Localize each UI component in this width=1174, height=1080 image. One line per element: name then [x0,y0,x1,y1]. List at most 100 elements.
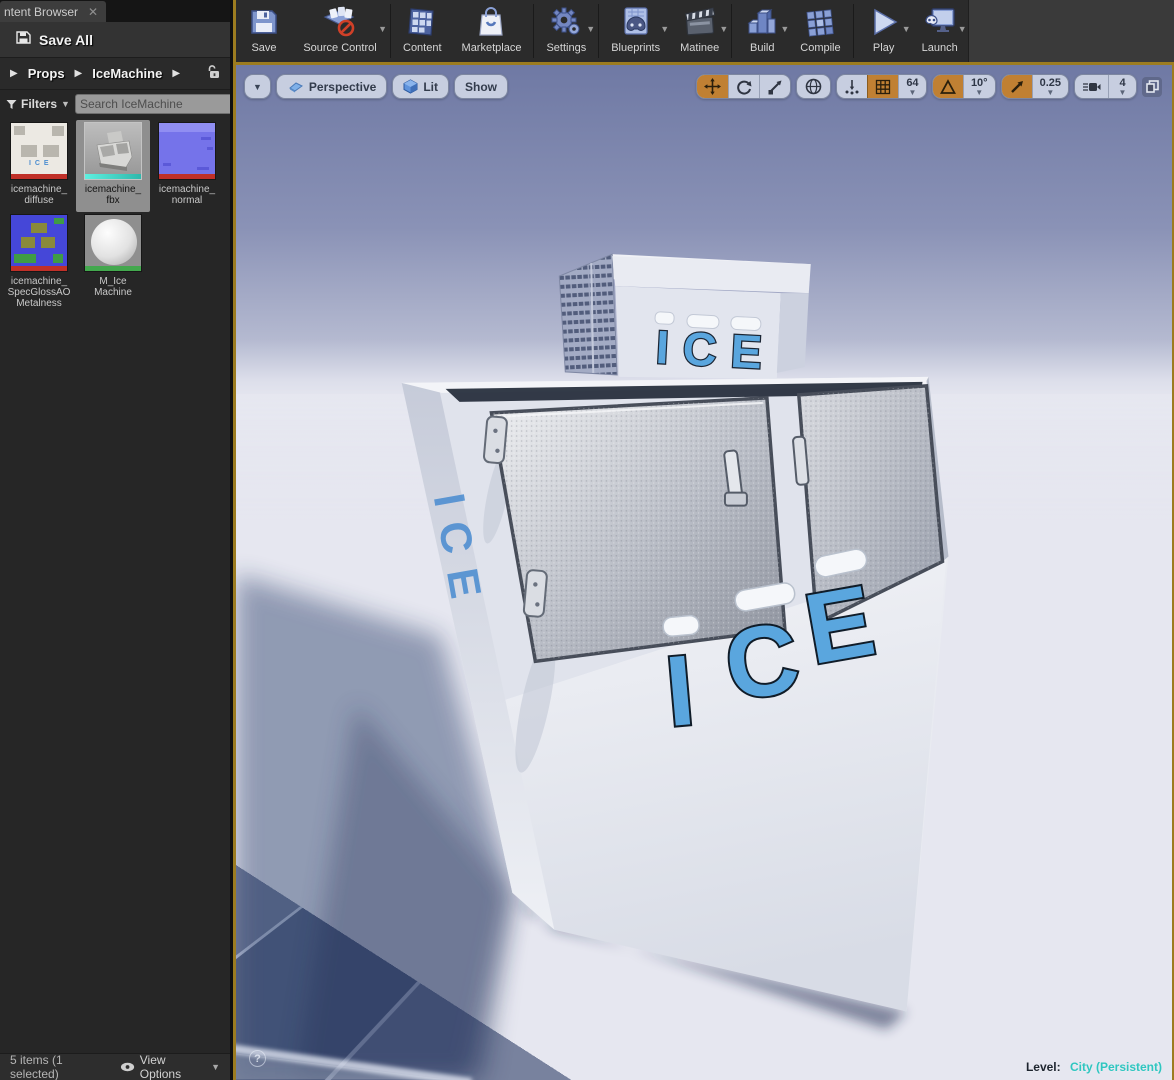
toolbar-separator [390,4,391,58]
globe-icon [805,78,822,95]
breadcrumb-arrow-icon: ▶ [172,68,181,79]
breadcrumb-item-icemachine[interactable]: IceMachine [92,66,162,81]
content-button[interactable]: Content [393,0,452,62]
rotate-tool-button[interactable] [727,75,759,98]
lit-mode-button[interactable]: Lit [392,74,449,99]
viewport-toolbar-left: ▼ Perspective Lit Show [244,74,508,99]
chevron-down-icon: ▼ [253,81,262,92]
toolbar-separator [533,4,535,58]
search-input[interactable] [79,97,235,111]
source-control-icon [321,4,359,40]
rooftop-ice-sign[interactable]: ICE [558,253,811,380]
item-count: 5 items (1 selected) [10,1053,63,1080]
lit-cube-icon [403,79,418,94]
dropdown-caret-icon: ▼ [586,24,596,34]
compile-cube-icon [803,4,837,40]
dropdown-caret-icon: ▼ [780,24,790,34]
level-value: City (Persistent) [1069,1060,1162,1074]
breadcrumb-item-props[interactable]: Props [28,66,65,81]
view-options-button[interactable]: View Options ▼ [120,1053,220,1080]
matinee-button[interactable]: Matinee ▼ [670,0,729,62]
launch-button[interactable]: Launch ▼ [912,0,968,62]
rotation-snap-value-button[interactable]: 10° ▼ [962,75,995,98]
camera-speed-group: 4 ▼ [1074,74,1137,99]
level-label: Level: [1025,1060,1061,1074]
scale-snap-value-button[interactable]: 0.25 ▼ [1031,75,1068,98]
rotate-icon [737,80,752,95]
source-control-button[interactable]: Source Control ▼ [292,0,388,62]
close-icon[interactable]: ✕ [88,6,98,18]
asset-icemachine-fbx[interactable]: icemachine_ fbx [76,120,150,212]
eye-icon [120,1062,134,1072]
viewport-help-icon[interactable]: ? [249,1050,266,1067]
scale-icon [768,80,782,94]
camera-icon [1083,82,1101,91]
sign-ice-lettering: ICE [655,321,778,379]
maximize-icon [1145,80,1159,93]
show-flags-button[interactable]: Show [453,74,508,99]
camera-speed-value-button[interactable]: 4 ▼ [1108,75,1136,98]
asset-label: icemachine_ fbx [84,184,142,206]
asset-grid-empty-area[interactable] [0,315,230,1053]
save-all-label: Save All [39,31,93,48]
asset-icemachine-normal[interactable]: icemachine_ normal [150,120,224,212]
svg-text:C: C [719,602,806,722]
compile-button[interactable]: Compile [790,0,850,62]
asset-label: icemachine_ diffuse [10,184,68,206]
content-browser-tabbar: ntent Browser ✕ [0,0,230,22]
content-browser-statusbar: 5 items (1 selected) View Options ▼ [0,1053,230,1080]
filters-button[interactable]: Filters ▼ [6,97,70,111]
surface-snap-icon [845,79,859,94]
asset-m-ice-machine[interactable]: M_Ice Machine [76,212,150,315]
breadcrumb-arrow-icon: ▶ [10,68,18,79]
floppy-icon [248,4,280,40]
grid-snap-value-button[interactable]: 64 ▼ [897,75,926,98]
build-button[interactable]: Build ▼ [734,0,790,62]
clapperboard-icon [682,4,718,40]
floppy-icon [16,30,31,50]
scale-tool-button[interactable] [758,75,790,98]
settings-button[interactable]: Settings ▼ [536,0,596,62]
save-all-button[interactable]: Save All [0,22,230,58]
save-button[interactable]: Save [236,0,292,62]
chevron-down-icon: ▼ [61,99,70,109]
grid-snap-toggle-button[interactable] [866,75,898,98]
transform-tools-group [695,74,791,99]
chevron-down-icon: ▼ [1118,87,1127,97]
play-icon [868,4,900,40]
dropdown-caret-icon: ▼ [901,24,911,34]
world-local-toggle-button[interactable] [795,74,831,99]
asset-icemachine-diffuse[interactable]: I C E icemachine_ diffuse [2,120,76,212]
maximize-viewport-button[interactable] [1142,76,1162,97]
blueprints-button[interactable]: Blueprints ▼ [601,0,670,62]
marketplace-button[interactable]: Marketplace [452,0,532,62]
breadcrumb-arrow-icon: ▶ [74,68,83,79]
asset-grid: I C E icemachine_ diffuse icemachine_ fb… [0,118,230,315]
translate-tool-button[interactable] [696,75,728,98]
asset-label: M_Ice Machine [94,276,132,298]
filters-label: Filters [21,97,58,111]
play-button[interactable]: Play ▼ [856,0,912,62]
arrow-up-right-icon [1010,80,1023,93]
dropdown-caret-icon: ▼ [660,24,670,34]
camera-speed-button[interactable] [1075,75,1108,98]
rotation-snap-toggle-button[interactable] [932,75,963,98]
mesh-preview [96,131,133,171]
asset-icemachine-specglossao[interactable]: icemachine_ SpecGlossAO Metalness [2,212,76,315]
marketplace-icon [476,4,506,40]
tab-content-browser[interactable]: ntent Browser ✕ [0,1,107,22]
unlock-icon[interactable] [206,64,220,84]
scale-snap-toggle-button[interactable] [1001,75,1032,98]
surface-snap-button[interactable] [837,75,867,98]
editor-toolbar: Save Source Control ▼ Content Marketplac… [236,0,1174,62]
dropdown-caret-icon: ▼ [378,24,387,34]
chevron-down-icon: ▼ [211,1062,220,1072]
view-options-label: View Options [139,1053,182,1080]
asset-thumbnail [10,214,68,272]
viewport-options-button[interactable]: ▼ [244,74,271,99]
toolbar-empty-area [967,0,1174,62]
chevron-down-icon: ▼ [908,87,917,97]
level-viewport[interactable]: I C E ICE ICE ▼ Perspective Lit Show 64 … [236,62,1174,1080]
build-icon [745,4,779,40]
perspective-button[interactable]: Perspective [275,74,388,99]
